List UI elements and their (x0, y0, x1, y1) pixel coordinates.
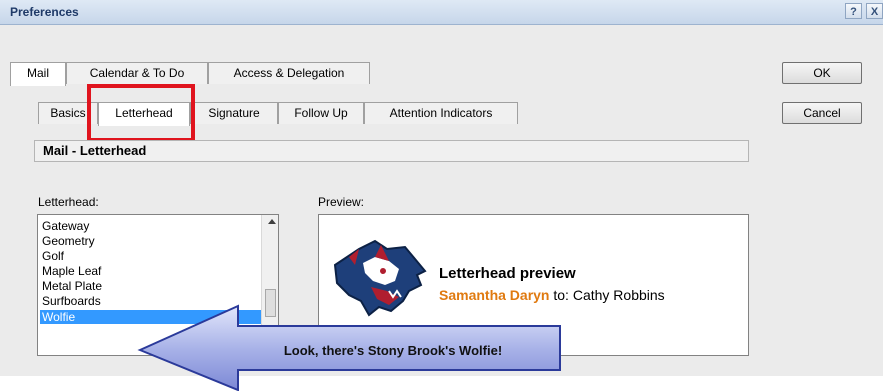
callout-arrow-icon (137, 304, 561, 391)
callout-text: Look, there's Stony Brook's Wolfie! (283, 343, 503, 358)
